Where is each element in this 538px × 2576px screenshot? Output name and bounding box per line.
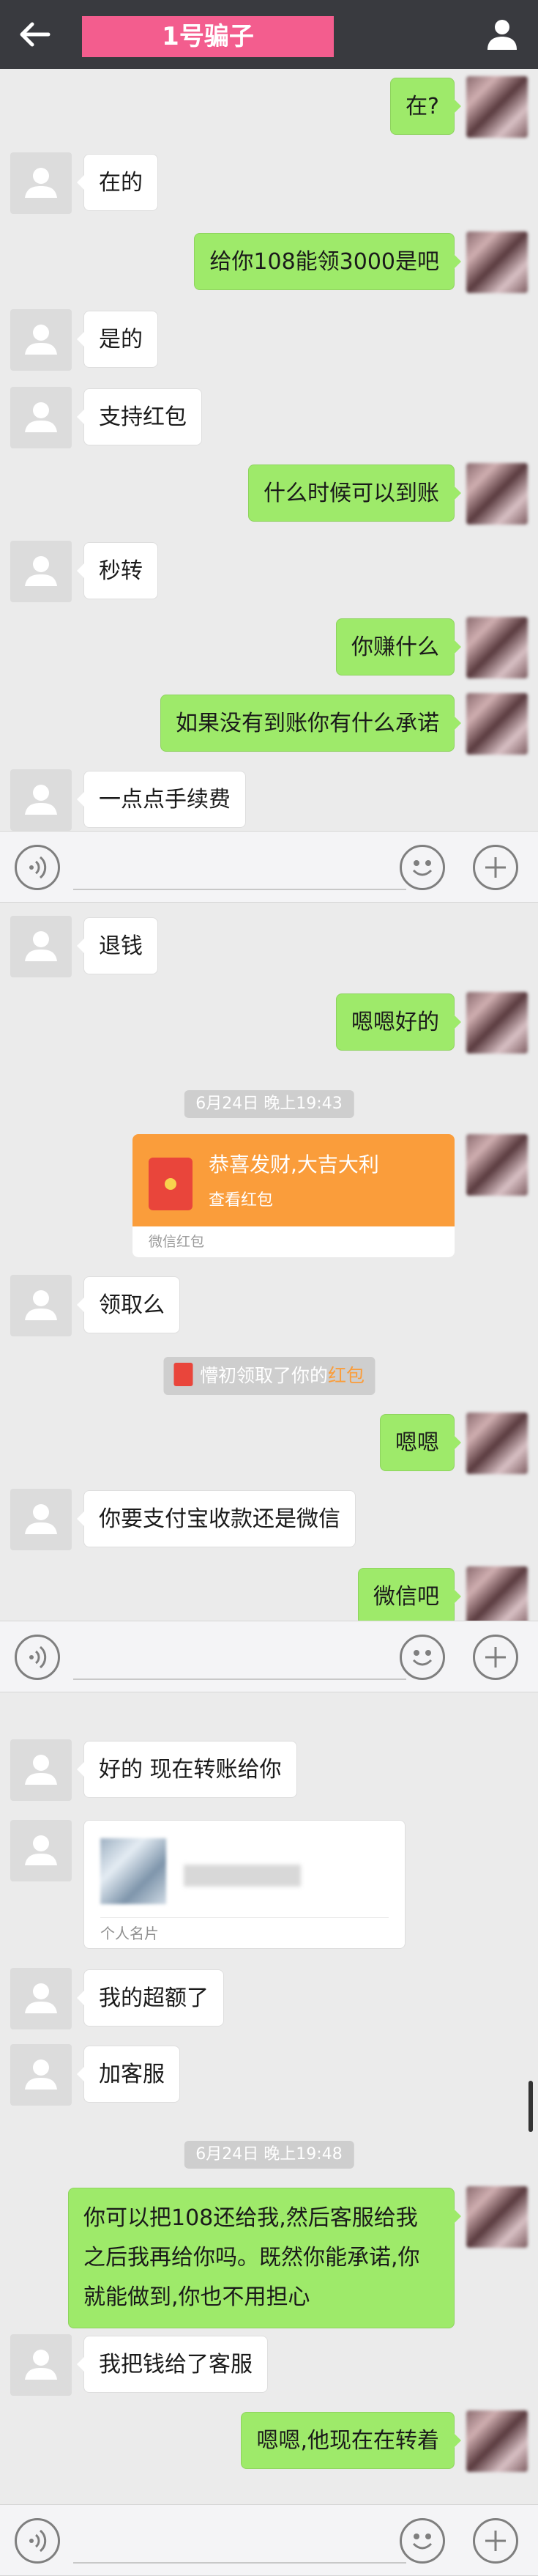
user-avatar[interactable] bbox=[466, 1566, 528, 1628]
user-avatar[interactable] bbox=[466, 693, 528, 755]
message-bubble-sent[interactable]: 你可以把108还给我,然后客服给我之后我再给你吗。既然你能承诺,你就能做到,你也… bbox=[68, 2188, 461, 2328]
timestamp: 6月24日 晚上19:43 bbox=[184, 1090, 354, 1118]
input-bar bbox=[0, 1621, 538, 1692]
red-packet-icon bbox=[149, 1158, 193, 1210]
card-avatar bbox=[100, 1838, 166, 1904]
chat-title: 1号骗子 bbox=[82, 16, 334, 57]
user-avatar[interactable] bbox=[466, 617, 528, 678]
contact-avatar[interactable] bbox=[10, 769, 72, 831]
message-bubble-received[interactable]: 加客服 bbox=[77, 2046, 180, 2103]
message-bubble-received[interactable]: 是的 bbox=[77, 311, 158, 368]
voice-icon[interactable] bbox=[15, 2518, 60, 2564]
user-avatar[interactable] bbox=[466, 2186, 528, 2248]
contact-avatar[interactable] bbox=[10, 916, 72, 977]
input-bar bbox=[0, 831, 538, 903]
contact-avatar[interactable] bbox=[10, 2334, 72, 2396]
message-bubble-sent[interactable]: 嗯嗯,他现在在转着 bbox=[241, 2412, 461, 2469]
user-avatar[interactable] bbox=[466, 992, 528, 1054]
contact-avatar[interactable] bbox=[10, 1275, 72, 1336]
message-bubble-received[interactable]: 在的 bbox=[77, 154, 158, 211]
message-bubble-received[interactable]: 退钱 bbox=[77, 917, 158, 974]
back-arrow-icon[interactable] bbox=[16, 16, 53, 53]
message-input[interactable] bbox=[73, 1679, 406, 1680]
user-avatar[interactable] bbox=[466, 1134, 528, 1196]
top-bar: 1号骗子 bbox=[0, 0, 538, 69]
message-bubble-sent[interactable]: 什么时候可以到账 bbox=[248, 465, 461, 522]
contact-avatar[interactable] bbox=[10, 1489, 72, 1550]
user-avatar[interactable] bbox=[466, 232, 528, 293]
message-input[interactable] bbox=[73, 2562, 406, 2564]
red-packet-title: 恭喜发财,大吉大利 bbox=[209, 1152, 379, 1177]
scrollbar[interactable] bbox=[528, 2081, 533, 2132]
input-bar bbox=[0, 2504, 538, 2576]
message-bubble-received[interactable]: 秒转 bbox=[77, 542, 158, 599]
card-name-blurred bbox=[184, 1865, 301, 1887]
contact-avatar[interactable] bbox=[10, 2044, 72, 2106]
notice-link[interactable]: 红包 bbox=[328, 1365, 365, 1386]
message-bubble-received[interactable]: 你要支付宝收款还是微信 bbox=[77, 1490, 356, 1547]
plus-icon[interactable] bbox=[473, 845, 518, 890]
contact-avatar[interactable] bbox=[10, 152, 72, 214]
contact-avatar[interactable] bbox=[10, 1968, 72, 2029]
message-bubble-sent[interactable]: 如果没有到账你有什么承诺 bbox=[160, 695, 461, 752]
red-packet-subtitle: 查看红包 bbox=[209, 1191, 274, 1210]
red-packet-message[interactable]: 恭喜发财,大吉大利 查看红包 微信红包 bbox=[132, 1134, 455, 1257]
plus-icon[interactable] bbox=[473, 2518, 518, 2564]
red-packet-icon bbox=[173, 1363, 193, 1386]
user-avatar[interactable] bbox=[466, 1413, 528, 1474]
message-bubble-received[interactable]: 我的超额了 bbox=[77, 1969, 224, 2027]
message-bubble-sent[interactable]: 给你108能领3000是吧 bbox=[194, 233, 461, 290]
voice-icon[interactable] bbox=[15, 1635, 60, 1680]
contact-avatar[interactable] bbox=[10, 1820, 72, 1881]
message-bubble-sent[interactable]: 嗯嗯 bbox=[380, 1414, 461, 1471]
emoji-icon[interactable] bbox=[400, 1635, 445, 1680]
message-bubble-received[interactable]: 我把钱给了客服 bbox=[77, 2336, 268, 2393]
user-avatar[interactable] bbox=[466, 2410, 528, 2472]
message-bubble-sent[interactable]: 你赚什么 bbox=[336, 618, 461, 676]
red-packet-footer: 微信红包 bbox=[149, 1234, 205, 1250]
emoji-icon[interactable] bbox=[400, 845, 445, 890]
message-bubble-received[interactable]: 一点点手续费 bbox=[77, 771, 246, 828]
contact-avatar[interactable] bbox=[10, 309, 72, 371]
contact-avatar[interactable] bbox=[10, 1739, 72, 1801]
message-bubble-sent[interactable]: 微信吧 bbox=[358, 1568, 461, 1625]
message-bubble-received[interactable]: 领取么 bbox=[77, 1276, 180, 1333]
contact-card[interactable]: 个人名片 bbox=[83, 1820, 406, 1949]
red-packet-notice: 懵初领取了你的红包 bbox=[162, 1357, 376, 1395]
plus-icon[interactable] bbox=[473, 1635, 518, 1680]
person-icon[interactable] bbox=[485, 16, 520, 51]
message-bubble-received[interactable]: 好的 现在转账给你 bbox=[77, 1741, 297, 1798]
notice-text: 懵初领取了你的 bbox=[199, 1365, 328, 1386]
user-avatar[interactable] bbox=[466, 463, 528, 525]
contact-avatar[interactable] bbox=[10, 387, 72, 448]
user-avatar[interactable] bbox=[466, 76, 528, 138]
divider bbox=[100, 1917, 389, 1918]
card-label: 个人名片 bbox=[100, 1925, 159, 1942]
contact-avatar[interactable] bbox=[10, 541, 72, 602]
message-bubble-sent[interactable]: 在? bbox=[390, 78, 461, 135]
message-input[interactable] bbox=[73, 889, 406, 890]
voice-icon[interactable] bbox=[15, 845, 60, 890]
message-bubble-received[interactable]: 支持红包 bbox=[77, 388, 202, 445]
message-bubble-sent[interactable]: 嗯嗯好的 bbox=[336, 993, 461, 1051]
timestamp: 6月24日 晚上19:48 bbox=[184, 2141, 354, 2169]
emoji-icon[interactable] bbox=[400, 2518, 445, 2564]
